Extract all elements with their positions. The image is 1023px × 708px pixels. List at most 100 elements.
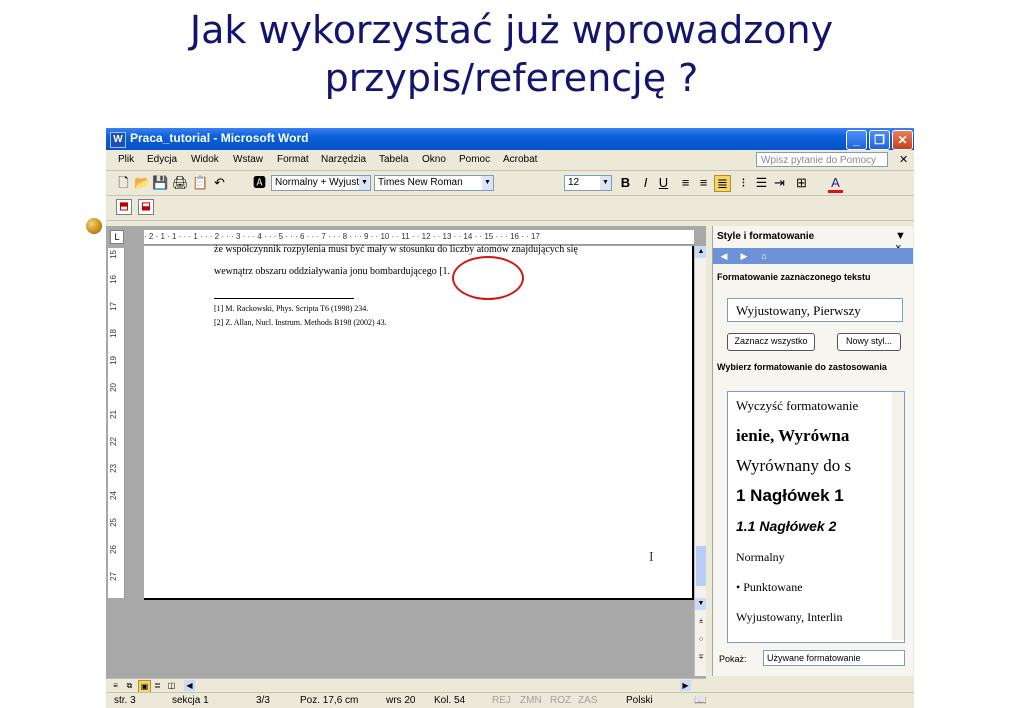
new-style-button[interactable]: Nowy styl... xyxy=(837,333,901,351)
chevron-down-icon[interactable]: ▼ xyxy=(482,176,493,190)
menu-narzedzia[interactable]: Narzędzia xyxy=(321,154,366,165)
style-item[interactable]: Wyrównany do s xyxy=(736,456,851,476)
status-section: sekcja 1 xyxy=(172,695,209,706)
status-column: Kol. 54 xyxy=(434,695,466,706)
spelling-status-icon[interactable]: 📖 xyxy=(694,695,706,706)
menu-plik[interactable]: Plik xyxy=(118,154,134,165)
chevron-down-icon[interactable]: ▼ xyxy=(359,176,370,190)
reading-view-icon[interactable]: ◫ xyxy=(166,680,177,691)
justify-icon[interactable]: ≣ xyxy=(714,175,731,192)
vruler-tick: 22 xyxy=(109,437,118,446)
status-language[interactable]: Polski xyxy=(626,695,653,706)
forward-icon[interactable]: ▶ xyxy=(737,250,751,262)
maximize-button[interactable]: ❐ xyxy=(869,130,890,150)
next-page-icon[interactable]: ∓ xyxy=(695,652,706,664)
style-item[interactable]: • Punktowane xyxy=(736,580,803,595)
close-button[interactable]: ✕ xyxy=(892,130,913,150)
new-document-icon[interactable]: 🗋 xyxy=(116,175,131,190)
indent-icon[interactable]: ⇥ xyxy=(772,175,787,190)
home-icon[interactable]: ⌂ xyxy=(757,250,771,262)
status-roz[interactable]: ROZ xyxy=(550,695,571,706)
style-item[interactable]: ienie, Wyrówna xyxy=(736,426,849,446)
vertical-scrollbar[interactable]: ▲ ▼ ± ○ ∓ xyxy=(694,246,706,676)
scroll-thumb[interactable] xyxy=(696,546,706,586)
style-list-scrollbar[interactable] xyxy=(892,392,904,640)
style-combo[interactable]: Normalny + Wyjust ▼ xyxy=(271,175,371,191)
borders-icon[interactable]: ⊞ xyxy=(794,175,809,190)
convert-to-pdf-icon[interactable]: ⬒ xyxy=(116,199,132,215)
font-combo-value: Times New Roman xyxy=(378,177,463,188)
bullets-icon[interactable]: ☰ xyxy=(754,175,769,190)
menu-widok[interactable]: Widok xyxy=(191,154,219,165)
status-position: Poz. 17,6 cm xyxy=(300,695,359,706)
select-all-button[interactable]: Zaznacz wszystko xyxy=(727,333,815,351)
tab-selector-icon[interactable]: L xyxy=(110,230,124,244)
minimize-button[interactable]: _ xyxy=(846,130,867,150)
underline-button[interactable]: U xyxy=(656,175,671,190)
paste-icon[interactable]: 📋 xyxy=(192,175,208,190)
status-zas[interactable]: ZAS xyxy=(578,695,597,706)
vruler-tick: 26 xyxy=(109,545,118,554)
style-item[interactable]: Normalny xyxy=(736,550,785,565)
slide-title-line2: przypis/referencję ? xyxy=(324,56,699,100)
back-icon[interactable]: ◀ xyxy=(717,250,731,262)
document-page[interactable]: że współczynnik rozpylenia musi być mały… xyxy=(144,244,694,600)
style-item[interactable]: 1 Nagłówek 1 xyxy=(736,486,844,506)
pdf-email-icon[interactable]: ⬓ xyxy=(138,199,154,215)
title-bar[interactable]: W Praca_tutorial - Microsoft Word _ ❐ ✕ xyxy=(106,128,914,150)
menu-edycja[interactable]: Edycja xyxy=(147,154,177,165)
print-icon[interactable]: 🖨 xyxy=(172,175,189,190)
styles-pane-icon[interactable]: 🅰 xyxy=(252,175,267,190)
open-folder-icon[interactable]: 📂 xyxy=(134,175,150,190)
menu-acrobat[interactable]: Acrobat xyxy=(503,154,537,165)
outline-view-icon[interactable]: ≣ xyxy=(152,680,163,691)
italic-button[interactable]: I xyxy=(638,175,653,190)
scroll-right-icon[interactable]: ▶ xyxy=(680,680,691,691)
menu-tabela[interactable]: Tabela xyxy=(379,154,408,165)
align-left-icon[interactable]: ≡ xyxy=(678,175,693,190)
web-view-icon[interactable]: ⧉ xyxy=(124,680,135,691)
font-size-combo[interactable]: 12 ▼ xyxy=(564,175,612,191)
align-center-icon[interactable]: ≡ xyxy=(696,175,711,190)
undo-icon[interactable]: ↶ xyxy=(212,175,227,190)
status-rec[interactable]: REJ xyxy=(492,695,511,706)
style-item[interactable]: Wyczyść formatowanie xyxy=(736,398,858,414)
menu-pomoc[interactable]: Pomoc xyxy=(459,154,490,165)
chevron-down-icon[interactable]: ▼ xyxy=(600,176,611,190)
scroll-down-icon[interactable]: ▼ xyxy=(695,598,706,610)
vruler-tick: 25 xyxy=(109,518,118,527)
style-item[interactable]: Wyjustowany, Interlin xyxy=(736,610,842,625)
slide-title: Jak wykorzystać już wprowadzony przypis/… xyxy=(0,6,1023,102)
selected-format-box[interactable]: Wyjustowany, Pierwszy xyxy=(727,298,903,322)
vruler-tick: 18 xyxy=(109,329,118,338)
help-search-input[interactable]: Wpisz pytanie do Pomocy xyxy=(756,152,888,167)
horizontal-scrollbar[interactable]: ≡ ⧉ ▣ ≣ ◫ ◀ ▶ xyxy=(106,678,706,693)
menu-okno[interactable]: Okno xyxy=(422,154,446,165)
show-combo[interactable]: Używane formatowanie xyxy=(763,650,905,666)
style-list[interactable]: Wyczyść formatowanie ienie, Wyrówna Wyró… xyxy=(727,391,905,643)
bullet-ball-icon xyxy=(86,218,102,234)
menu-format[interactable]: Format xyxy=(277,154,309,165)
font-combo[interactable]: Times New Roman ▼ xyxy=(374,175,494,191)
font-color-button[interactable]: A xyxy=(828,175,843,193)
bold-button[interactable]: B xyxy=(618,175,633,190)
browse-object-icon[interactable]: ○ xyxy=(695,634,706,646)
style-item[interactable]: 1.1 Nagłówek 2 xyxy=(736,518,836,534)
vruler-tick: 15 xyxy=(109,250,118,259)
previous-page-icon[interactable]: ± xyxy=(695,616,706,628)
word-app-icon[interactable]: W xyxy=(110,132,126,148)
footnote-separator xyxy=(214,298,354,299)
numbering-icon[interactable]: ⁝ xyxy=(736,175,751,190)
scroll-up-icon[interactable]: ▲ xyxy=(695,246,706,258)
horizontal-ruler[interactable]: · 2 · 1 · 1 · · · 1 · · · 2 · · · 3 · · … xyxy=(144,230,694,245)
close-document-icon[interactable]: ✕ xyxy=(899,153,908,166)
status-zmn[interactable]: ZMN xyxy=(520,695,542,706)
menu-wstaw[interactable]: Wstaw xyxy=(233,154,263,165)
text-cursor-icon: I xyxy=(649,550,654,565)
scroll-left-icon[interactable]: ◀ xyxy=(184,680,195,691)
save-icon[interactable]: 💾 xyxy=(152,175,168,190)
vertical-ruler[interactable]: 15 16 17 18 19 20 21 22 23 24 25 26 27 xyxy=(108,248,125,598)
vruler-tick: 24 xyxy=(109,491,118,500)
font-size-value: 12 xyxy=(568,177,580,188)
normal-view-icon[interactable]: ≡ xyxy=(110,680,121,691)
